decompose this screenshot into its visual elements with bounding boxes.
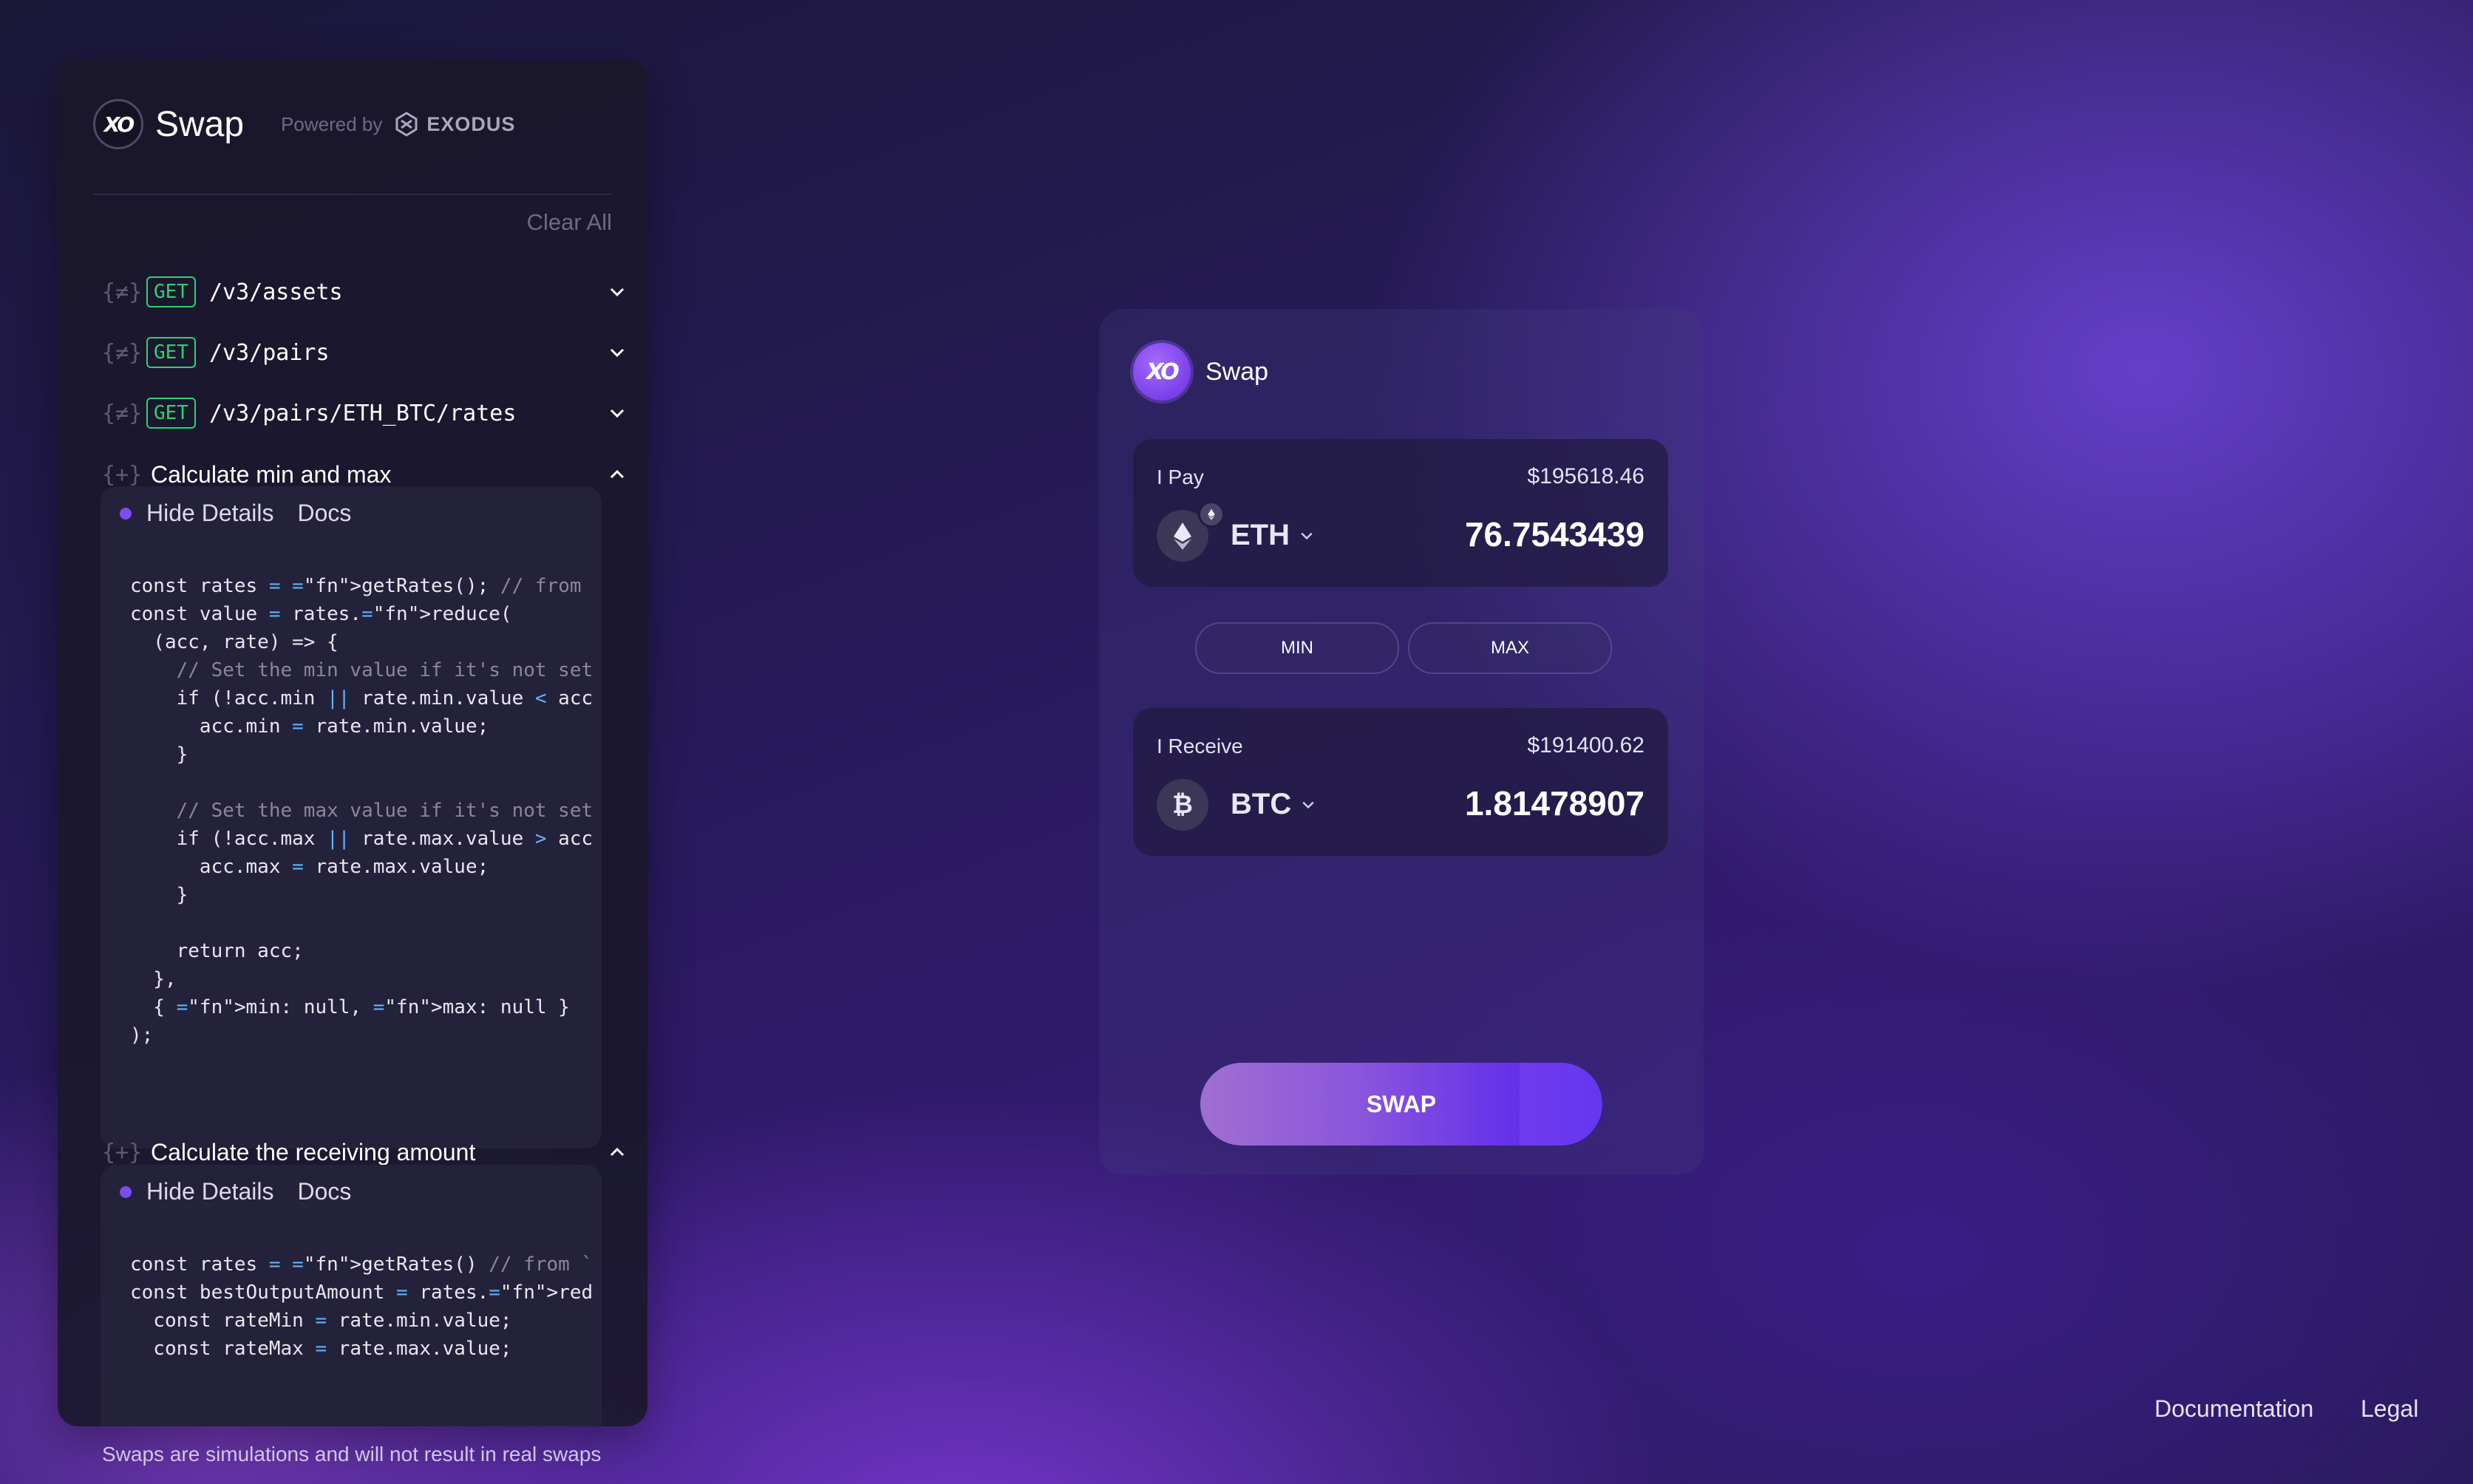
chevron-up-icon[interactable] <box>608 465 627 484</box>
panel-title: Swap <box>155 104 245 144</box>
divider <box>93 194 612 195</box>
swap-logo-icon: XO <box>1133 343 1191 401</box>
swap-logo-icon: XO <box>93 99 143 149</box>
details-header: Hide Details Docs <box>120 1178 351 1205</box>
details-header: Hide Details Docs <box>120 500 351 527</box>
calc-label: Calculate min and max <box>151 460 392 488</box>
receive-box: I Receive $191400.62 ₿ BTC 1.81478907 <box>1133 708 1668 856</box>
pay-box: I Pay $195618.46 ETH 76.7543439 <box>1133 439 1668 587</box>
chevron-down-icon <box>1301 532 1313 540</box>
method-badge: GET <box>146 276 196 307</box>
status-dot <box>120 1185 132 1198</box>
api-brace-icon: {≠} <box>102 400 143 426</box>
docs-link[interactable]: Docs <box>298 1178 352 1205</box>
calc-label: Calculate the receiving amount <box>151 1138 476 1165</box>
swap-button-label: SWAP <box>1366 1090 1437 1117</box>
powered-by: Powered by EXODUS <box>281 112 515 137</box>
btc-icon[interactable]: ₿ <box>1157 779 1208 831</box>
documentation-link[interactable]: Documentation <box>2154 1395 2313 1423</box>
swap-card-title: Swap <box>1205 357 1269 386</box>
api-brace-icon: {+} <box>102 461 143 488</box>
details-box-min-max: Hide Details Docs const rates = ="fn">ge… <box>101 486 602 1148</box>
swap-button[interactable]: SWAP <box>1200 1063 1602 1146</box>
pay-label: I Pay <box>1157 466 1204 489</box>
powered-by-label: Powered by <box>281 112 383 135</box>
request-row-assets[interactable]: {≠} GET /v3/assets <box>102 272 627 312</box>
swap-card: XO Swap I Pay $195618.46 ETH 76.7543439 … <box>1099 309 1704 1175</box>
pay-ticker: ETH <box>1231 519 1290 551</box>
swap-card-header: XO Swap <box>1133 343 1268 401</box>
api-brace-icon: {≠} <box>102 279 143 305</box>
request-path: /v3/pairs/ETH_BTC/rates <box>208 400 517 426</box>
status-dot <box>120 507 132 520</box>
docs-link[interactable]: Docs <box>298 500 352 527</box>
details-box-receiving: Hide Details Docs const rates = ="fn">ge… <box>101 1165 602 1426</box>
clear-all-button[interactable]: Clear All <box>527 209 612 236</box>
pay-asset-selector[interactable]: ETH <box>1231 519 1315 552</box>
exodus-brand: EXODUS <box>426 112 516 135</box>
min-button[interactable]: MIN <box>1195 622 1399 674</box>
api-brace-icon: {+} <box>102 1139 143 1165</box>
panel-header: XO Swap Powered by EXODUS <box>93 99 515 149</box>
code-block: const rates = ="fn">getRates(); // from … <box>130 575 591 1046</box>
receive-fiat-value: $191400.62 <box>1527 733 1645 758</box>
exodus-logo-icon <box>395 112 418 137</box>
api-brace-icon: {≠} <box>102 339 143 366</box>
chevron-up-icon[interactable] <box>608 1143 627 1162</box>
request-row-pairs[interactable]: {≠} GET /v3/pairs <box>102 333 627 372</box>
receive-asset-selector[interactable]: BTC <box>1231 788 1316 821</box>
method-badge: GET <box>146 398 196 429</box>
request-path: /v3/pairs <box>208 339 330 366</box>
request-path: /v3/assets <box>208 279 343 305</box>
chevron-down-icon[interactable] <box>608 282 627 302</box>
chevron-down-icon[interactable] <box>608 404 627 423</box>
receive-label: I Receive <box>1157 735 1243 758</box>
chevron-down-icon[interactable] <box>608 343 627 362</box>
hide-details-button[interactable]: Hide Details <box>146 500 274 527</box>
pay-amount-input[interactable]: 76.7543439 <box>1465 514 1644 554</box>
max-button[interactable]: MAX <box>1408 622 1612 674</box>
code-block: const rates = ="fn">getRates() // from `… <box>130 1253 591 1360</box>
receive-amount: 1.81478907 <box>1464 784 1644 823</box>
receive-ticker: BTC <box>1231 788 1292 820</box>
request-row-rates[interactable]: {≠} GET /v3/pairs/ETH_BTC/rates <box>102 393 627 433</box>
legal-link[interactable]: Legal <box>2361 1395 2418 1423</box>
chevron-down-icon <box>1302 801 1314 809</box>
eth-network-icon <box>1198 501 1225 528</box>
disclaimer-text: Swaps are simulations and will not resul… <box>102 1443 602 1466</box>
hide-details-button[interactable]: Hide Details <box>146 1178 274 1205</box>
api-log-panel: XO Swap Powered by EXODUS Clear All {≠} … <box>58 59 647 1426</box>
method-badge: GET <box>146 337 196 368</box>
pay-fiat-value: $195618.46 <box>1527 464 1645 489</box>
